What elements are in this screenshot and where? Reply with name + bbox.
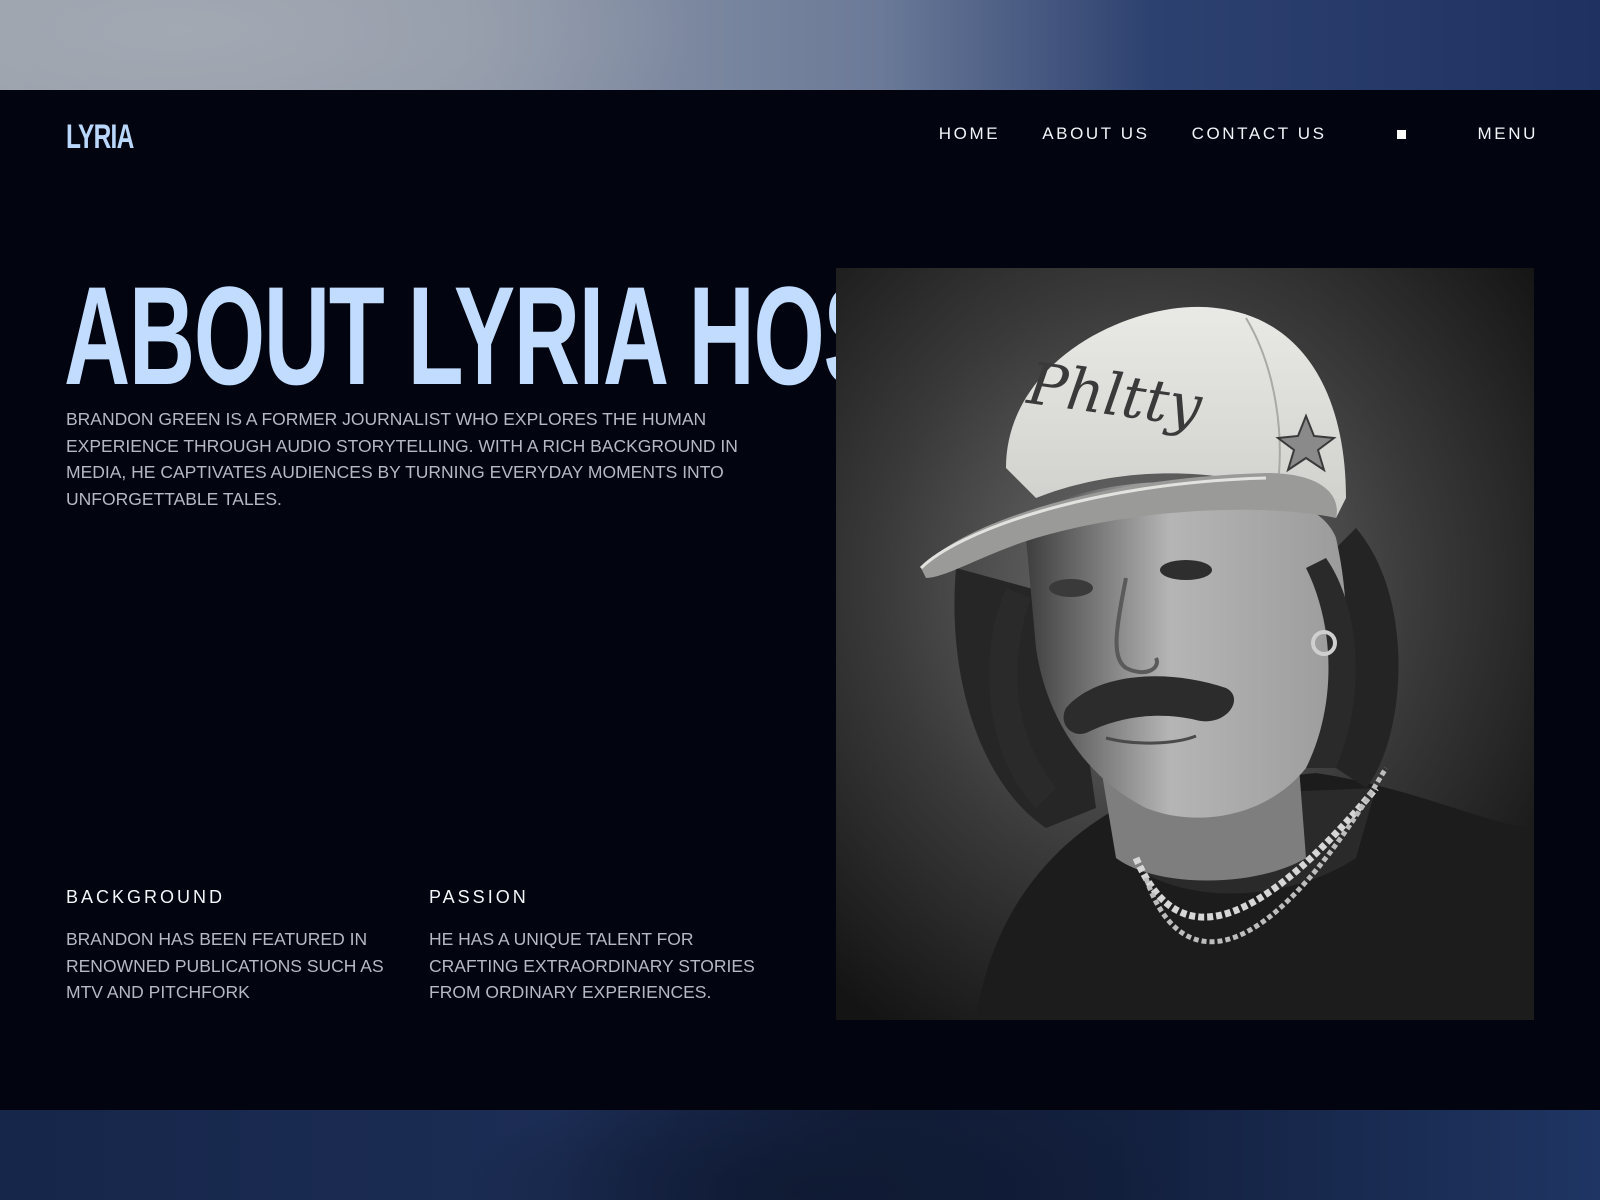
feature-passion: PASSION HE HAS A UNIQUE TALENT FOR CRAFT… bbox=[429, 887, 759, 1006]
feature-title-passion: PASSION bbox=[429, 887, 529, 907]
feature-text-passion: HE HAS A UNIQUE TALENT FOR CRAFTING EXTR… bbox=[429, 929, 755, 1002]
host-portrait-image: Phltty bbox=[836, 268, 1534, 1020]
backdrop-bottom bbox=[0, 1110, 1600, 1200]
page-title: ABOUT LYRIA HOST bbox=[64, 257, 939, 414]
backdrop-top bbox=[0, 0, 1600, 90]
nav-link-about-us[interactable]: ABOUT US bbox=[1042, 124, 1149, 144]
feature-background: BACKGROUND BRANDON HAS BEEN FEATURED IN … bbox=[66, 887, 396, 1006]
square-icon bbox=[1396, 129, 1406, 139]
feature-title-background: BACKGROUND bbox=[66, 887, 226, 907]
host-description: BRANDON GREEN IS A FORMER JOURNALIST WHO… bbox=[66, 409, 738, 509]
feature-text-background: BRANDON HAS BEEN FEATURED IN RENOWNED PU… bbox=[66, 929, 384, 1002]
portrait-illustration: Phltty bbox=[836, 268, 1534, 1020]
nav-link-contact-us[interactable]: CONTACT US bbox=[1192, 124, 1327, 144]
top-nav: HOME ABOUT US CONTACT US MENU bbox=[939, 124, 1538, 144]
site-logo[interactable]: LYRIA bbox=[66, 118, 134, 157]
nav-link-home[interactable]: HOME bbox=[939, 124, 1000, 144]
menu-button[interactable]: MENU bbox=[1478, 124, 1538, 144]
about-page: LYRIA HOME ABOUT US CONTACT US MENU ABOU… bbox=[0, 90, 1600, 1110]
